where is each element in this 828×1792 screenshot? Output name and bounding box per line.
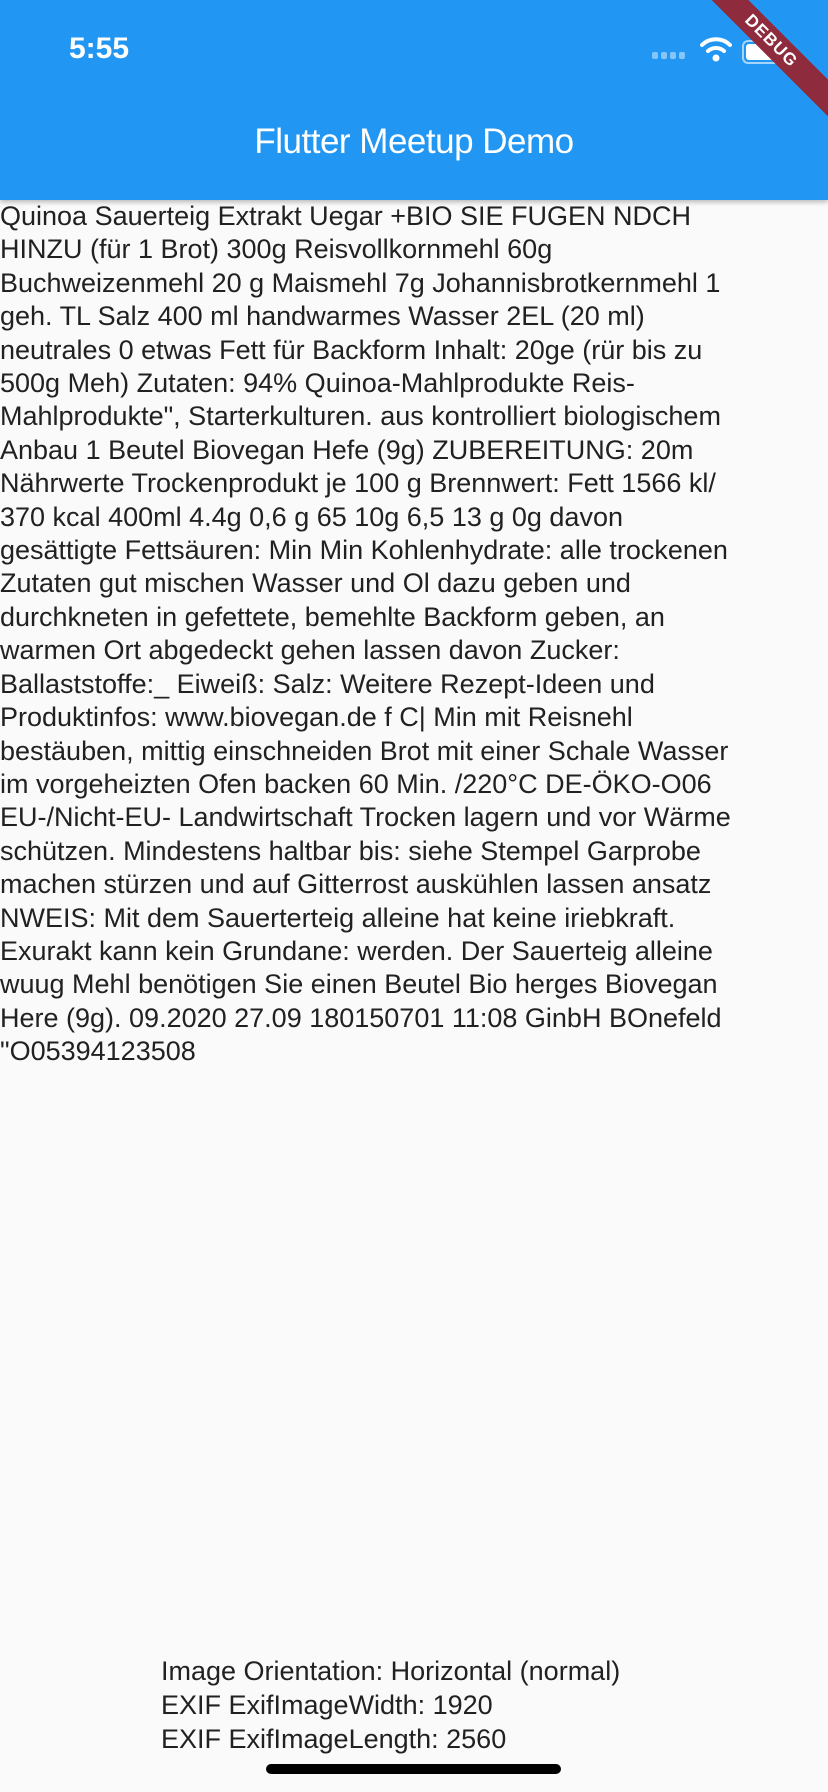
- text-line: schützen. Mindestens haltbar bis: siehe …: [0, 835, 701, 866]
- recognized-text: Quinoa Sauerteig Extrakt Uegar +BIO SIE …: [0, 200, 828, 1069]
- text-line: neutrales 0 etwas Fett für Backform Inha…: [0, 334, 703, 365]
- text-line: NWEIS: Mit dem Sauerterteig alleine hat …: [0, 902, 676, 933]
- text-line: warmen Ort abgedeckt gehen lassen davon …: [0, 635, 620, 666]
- text-line: im vorgeheizten Ofen backen 60 Min. /220…: [0, 768, 712, 799]
- text-line: Buchweizenmehl 20 g Maismehl 7g Johannis…: [0, 267, 721, 298]
- text-line: Mahlprodukte", Starterkulturen. aus kont…: [0, 401, 721, 432]
- exif-orientation: Image Orientation: Horizontal (normal): [161, 1656, 621, 1686]
- text-line: geh. TL Salz 400 ml handwarmes Wasser 2E…: [0, 301, 645, 332]
- text-line: wuug Mehl benötigen Sie einen Beutel Bio…: [0, 969, 718, 1000]
- status-time: 5:55: [69, 32, 130, 65]
- exif-info: Image Orientation: Horizontal (normal) E…: [161, 1654, 620, 1756]
- text-line: EU-/Nicht-EU- Landwirtschaft Trocken lag…: [0, 802, 731, 833]
- text-line: Quinoa Sauerteig Extrakt Uegar +BIO SIE …: [0, 201, 692, 231]
- app-bar: 5:55 Flutter Meetup Demo: [0, 0, 828, 200]
- text-line: gesättigte Fettsäuren: Min Min Kohlenhyd…: [0, 535, 728, 566]
- text-line: 500g Meh) Zutaten: 94% Quinoa-Mahlproduk…: [0, 368, 635, 399]
- text-line: Nährwerte Trockenprodukt je 100 g Brennw…: [0, 468, 716, 499]
- text-line: 370 kcal 400ml 4.4g 0,6 g 65 10g 6,5 13 …: [0, 501, 623, 532]
- text-line: Zutaten gut mischen Wasser und Ol dazu g…: [0, 568, 631, 599]
- home-indicator[interactable]: [266, 1764, 561, 1774]
- exif-width: EXIF ExifImageWidth: 1920: [161, 1690, 493, 1720]
- text-line: Here (9g). 09.2020 27.09 180150701 11:08…: [0, 1002, 722, 1033]
- text-line: Exurakt kann kein Grundane: werden. Der …: [0, 935, 713, 966]
- text-line: HINZU (für 1 Brot) 300g Reisvollkornmehl…: [0, 234, 553, 265]
- text-line: Produktinfos: www.biovegan.de f C| Min m…: [0, 702, 633, 733]
- text-line: machen stürzen und auf Gitterrost ausküh…: [0, 869, 712, 900]
- text-line: "O05394123508: [0, 1036, 196, 1067]
- text-line: durchkneten in gefettete, bemehlte Backf…: [0, 601, 665, 632]
- signal-icon: [652, 52, 685, 59]
- page-title: Flutter Meetup Demo: [254, 122, 574, 161]
- text-line: Anbau 1 Beutel Biovegan Hefe (9g) ZUBERE…: [0, 434, 694, 465]
- text-line: Ballaststoffe:_ Eiweiß: Salz: Weitere Re…: [0, 668, 655, 699]
- wifi-icon: [700, 37, 732, 62]
- exif-length: EXIF ExifImageLength: 2560: [161, 1724, 507, 1754]
- text-line: bestäuben, mittig einschneiden Brot mit …: [0, 735, 729, 766]
